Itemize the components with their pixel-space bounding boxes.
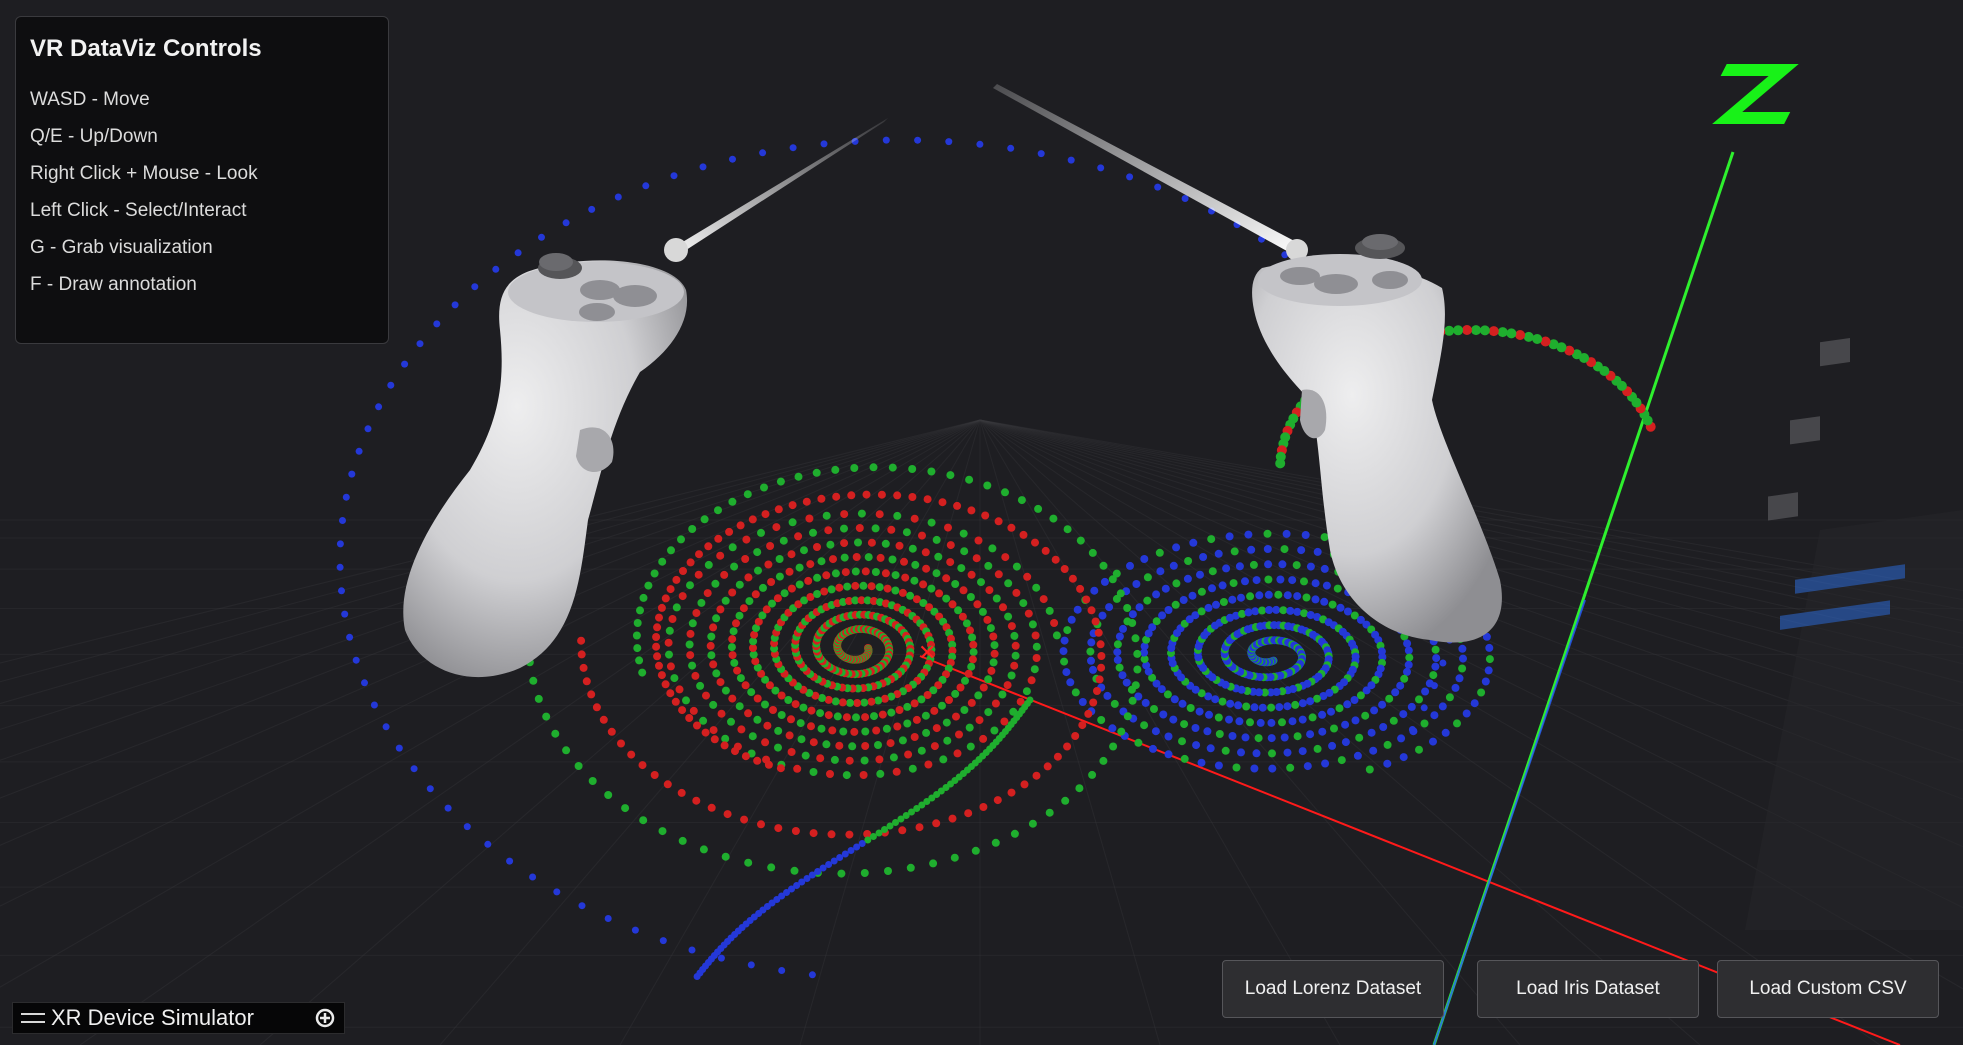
origin-marker-icon: ✕ [918,640,936,665]
control-hint-grab: G - Grab visualization [30,237,213,258]
control-hint-move: WASD - Move [30,89,150,110]
data-inspector-panel[interactable] [1745,337,1963,930]
xr-simulator-label: XR Device Simulator [51,1005,254,1030]
control-hint-look: Right Click + Mouse - Look [30,163,258,184]
settings-gear-icon[interactable] [314,1007,336,1029]
drag-handle-icon[interactable] [21,1013,45,1023]
load-custom-csv-button[interactable]: Load Custom CSV [1717,960,1939,1018]
control-hint-select: Left Click - Select/Interact [30,200,247,221]
controls-title: VR DataViz Controls [30,35,262,62]
left-ray-origin [664,238,688,262]
control-hint-updown: Q/E - Up/Down [30,126,158,147]
load-lorenz-dataset-button[interactable]: Load Lorenz Dataset [1222,960,1444,1018]
controls-list: WASD - Move Q/E - Up/Down Right Click + … [30,81,374,303]
xr-device-simulator-bar[interactable]: XR Device Simulator [12,1002,345,1034]
right-controller-ray [993,84,1302,255]
left-controller-icon[interactable] [403,253,688,678]
axis-label-y-glyph [1712,64,1799,124]
control-hint-annotate: F - Draw annotation [30,274,197,295]
controls-help-panel: VR DataViz Controls WASD - Move Q/E - Up… [15,16,389,344]
left-controller-ray [676,118,888,254]
load-iris-dataset-button[interactable]: Load Iris Dataset [1477,960,1699,1018]
floor-grid [0,419,1963,1045]
